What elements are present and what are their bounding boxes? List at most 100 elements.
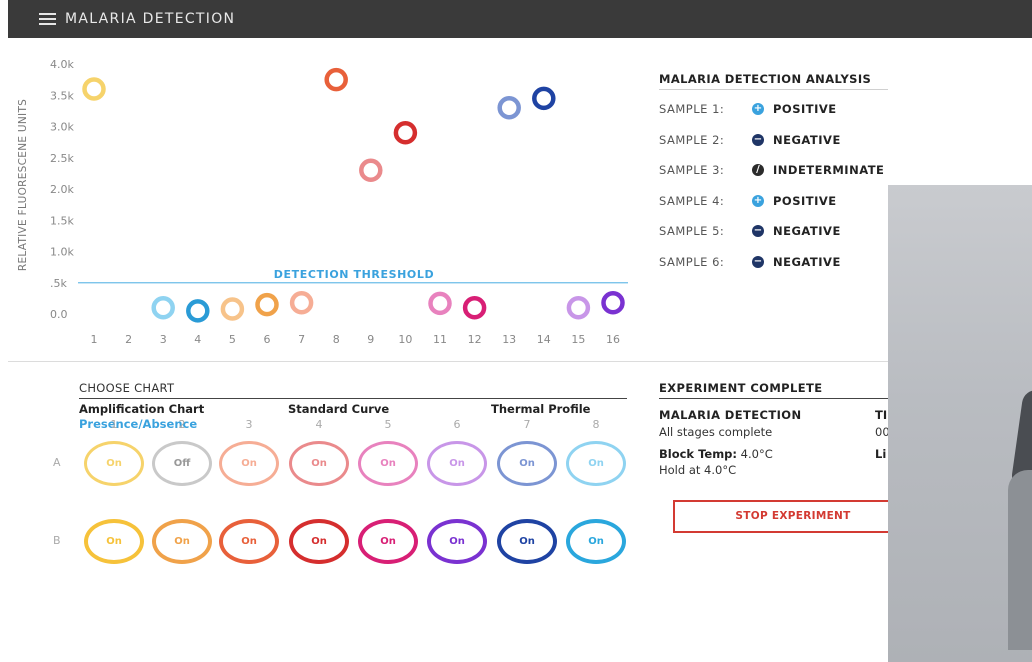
y-tick-label: 1.0k <box>50 246 74 259</box>
well-a1[interactable]: On <box>84 441 144 486</box>
data-point-sample-7 <box>289 291 314 315</box>
slash-circle-icon: / <box>752 164 764 177</box>
x-tick-label: 11 <box>433 333 447 346</box>
sample-result-value: NEGATIVE <box>773 255 841 269</box>
app-title: MALARIA DETECTION <box>65 11 236 27</box>
well-a2[interactable]: Off <box>152 441 212 486</box>
well-a6[interactable]: On <box>427 441 487 486</box>
hamburger-menu-icon[interactable] <box>39 13 56 26</box>
data-point-sample-5 <box>220 297 245 321</box>
well-state-label: On <box>241 458 257 469</box>
data-point-sample-15 <box>566 296 591 320</box>
x-tick-label: 1 <box>91 333 98 346</box>
sample-result-row: SAMPLE 5: − NEGATIVE <box>659 222 841 240</box>
detection-threshold-label: DETECTION THRESHOLD <box>274 268 434 281</box>
minus-circle-icon: − <box>752 225 764 238</box>
plate-column-number: 6 <box>453 418 461 431</box>
data-point-sample-8 <box>324 67 348 92</box>
x-tick-label: 7 <box>298 333 305 346</box>
hold-temp: Hold at 4.0°C <box>659 463 737 477</box>
sample-result-value: NEGATIVE <box>773 224 841 239</box>
sample-result-row: SAMPLE 1: + POSITIVE <box>659 100 837 118</box>
plate-row-letter: B <box>53 534 61 547</box>
well-state-label: On <box>311 458 327 469</box>
data-point-sample-14 <box>532 86 556 111</box>
well-state-label: On <box>311 536 327 547</box>
y-tick-label: 3.5k <box>50 89 74 102</box>
plus-circle-icon: + <box>752 194 764 207</box>
tab-amplification-chart[interactable]: Amplification Chart <box>79 402 204 416</box>
well-a3[interactable]: On <box>219 441 279 486</box>
plate-row-letter: A <box>53 456 61 469</box>
sample-label: SAMPLE 2: <box>659 132 725 147</box>
data-point-sample-13 <box>497 96 521 120</box>
choose-chart-divider <box>79 398 627 399</box>
well-a4[interactable]: On <box>289 441 349 486</box>
sample-result-row: SAMPLE 2: − NEGATIVE <box>659 131 841 149</box>
sample-result-value: INDETERMINATE <box>773 163 885 178</box>
data-point-sample-16 <box>601 291 625 315</box>
plus-circle-icon: + <box>752 103 764 115</box>
experiment-col2-title: TI <box>875 408 888 422</box>
well-state-label: On <box>106 536 122 547</box>
experiment-col2-label: Li <box>875 447 887 461</box>
well-b7[interactable]: On <box>497 519 557 564</box>
well-b8[interactable]: On <box>566 519 626 564</box>
data-point-sample-11 <box>428 291 452 316</box>
x-tick-label: 3 <box>160 333 167 346</box>
device-photo <box>888 185 1032 662</box>
well-state-label: On <box>380 458 396 469</box>
well-b1[interactable]: On <box>84 519 144 564</box>
minus-circle-icon: − <box>752 133 764 146</box>
x-tick-label: 6 <box>264 333 271 346</box>
tab-thermal-profile[interactable]: Thermal Profile <box>491 402 590 416</box>
data-point-sample-1 <box>82 77 106 101</box>
experiment-name: MALARIA DETECTION <box>659 408 802 422</box>
data-point-sample-10 <box>393 121 418 145</box>
block-temp-value: 4.0°C <box>740 447 773 461</box>
well-b2[interactable]: On <box>152 519 212 564</box>
y-tick-label: .5k <box>50 277 67 290</box>
data-point-sample-3 <box>151 296 175 320</box>
x-tick-label: 14 <box>537 333 551 346</box>
y-tick-label: 4.0k <box>50 58 74 71</box>
well-a7[interactable]: On <box>497 441 557 486</box>
x-tick-label: 5 <box>229 333 236 346</box>
sample-label: SAMPLE 4: <box>659 193 725 208</box>
x-tick-label: 15 <box>571 333 585 346</box>
sample-result-row: SAMPLE 3: / INDETERMINATE <box>659 161 884 179</box>
sample-result-value: POSITIVE <box>773 193 837 208</box>
tab-standard-curve[interactable]: Standard Curve <box>288 402 389 416</box>
x-tick-label: 4 <box>194 333 201 346</box>
plate-column-number: 7 <box>523 418 531 431</box>
experiment-divider <box>659 398 888 399</box>
well-state-label: Off <box>173 458 191 469</box>
well-a8[interactable]: On <box>566 441 626 486</box>
plate-column-number: 5 <box>384 418 392 431</box>
well-b6[interactable]: On <box>427 519 487 564</box>
x-tick-label: 10 <box>398 333 412 346</box>
block-temp-label: Block Temp: <box>659 447 738 461</box>
well-state-label: On <box>588 458 604 469</box>
plate-column-number: 2 <box>178 418 186 431</box>
well-state-label: On <box>588 536 604 547</box>
well-state-label: On <box>449 536 465 547</box>
device-photo-grey-shape <box>1008 470 1032 650</box>
choose-chart-title: CHOOSE CHART <box>79 381 175 395</box>
stop-experiment-button[interactable]: STOP EXPERIMENT <box>673 500 913 533</box>
app-header: MALARIA DETECTION <box>8 0 1032 38</box>
well-b5[interactable]: On <box>358 519 418 564</box>
well-b3[interactable]: On <box>219 519 279 564</box>
well-a5[interactable]: On <box>358 441 418 486</box>
sample-result-value: POSITIVE <box>773 102 837 116</box>
data-point-sample-6 <box>255 292 279 317</box>
x-tick-label: 12 <box>468 333 482 346</box>
analysis-divider <box>659 89 888 90</box>
block-temp: Block Temp: 4.0°C <box>659 447 773 461</box>
y-axis-label: RELATIVE FLUORESCENE UNITS <box>17 99 29 271</box>
analysis-title: MALARIA DETECTION ANALYSIS <box>659 72 872 86</box>
well-state-label: On <box>519 536 535 547</box>
well-b4[interactable]: On <box>289 519 349 564</box>
sample-result-row: SAMPLE 6: − NEGATIVE <box>659 253 841 271</box>
experiment-stages: All stages complete <box>659 425 773 439</box>
